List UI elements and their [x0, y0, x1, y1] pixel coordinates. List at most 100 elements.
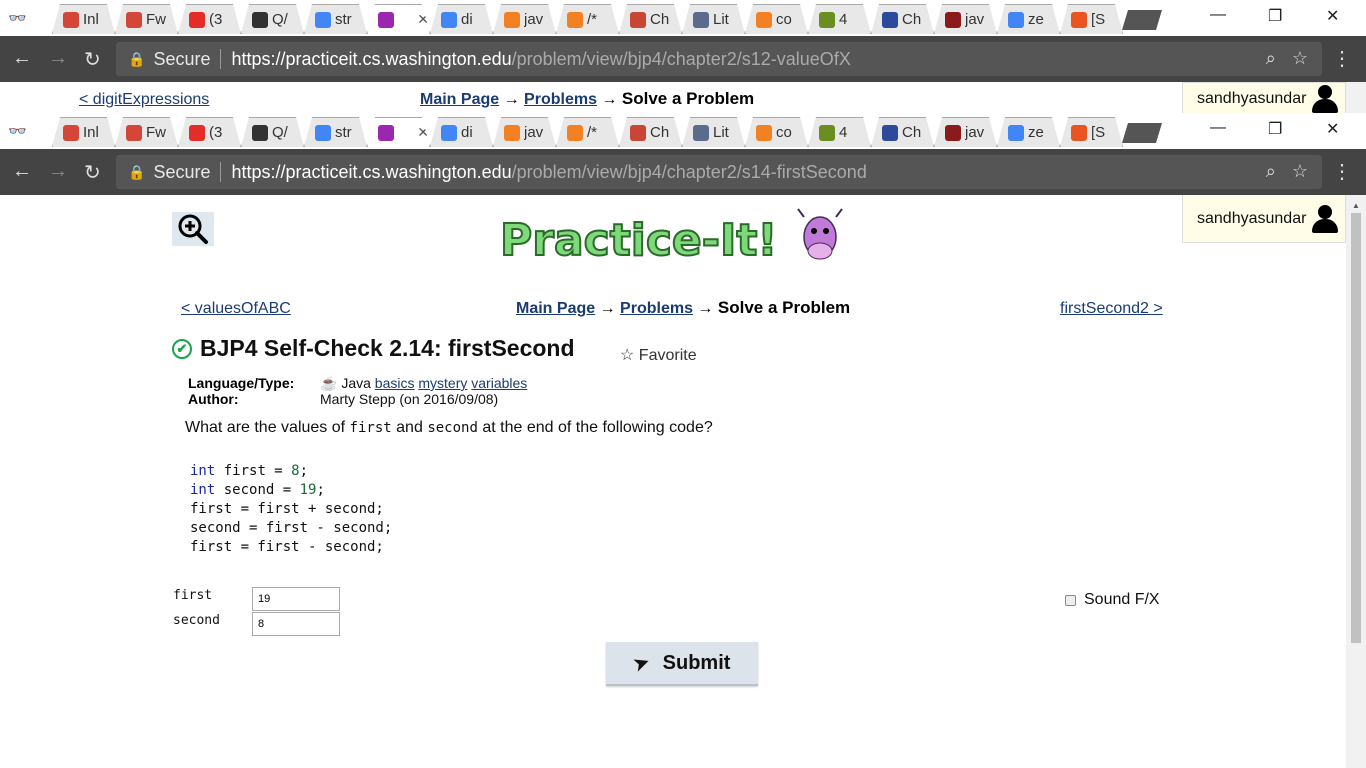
bookmark-star-icon[interactable]: ☆ — [1292, 48, 1308, 69]
new-tab-button[interactable] — [1122, 10, 1162, 30]
browser-tab[interactable]: di — [430, 4, 493, 34]
reload-icon[interactable]: ↻ — [84, 47, 101, 72]
user-icon — [1312, 204, 1339, 233]
second-answer-input[interactable] — [252, 612, 340, 636]
browser-tab[interactable]: str — [304, 4, 367, 34]
prev-problem-link[interactable]: < digitExpressions — [79, 91, 209, 109]
browser-tab[interactable]: (3 — [178, 117, 241, 147]
scroll-thumb[interactable] — [1351, 213, 1361, 643]
sound-toggle[interactable]: Sound F/X — [1065, 591, 1160, 609]
forward-icon[interactable]: → — [48, 160, 68, 183]
browser-tab[interactable]: Inl — [52, 117, 115, 147]
next-problem-link[interactable]: firstSecond2 > — [1060, 300, 1163, 318]
arrow: → — [503, 91, 520, 108]
close-window-icon[interactable]: ✕ — [1326, 119, 1339, 139]
tag-link[interactable]: basics — [375, 375, 415, 391]
browser-tab[interactable]: str — [304, 117, 367, 147]
browser-tab[interactable]: Ch — [871, 4, 934, 34]
tab-label: str — [335, 11, 352, 28]
tab-label: Inl — [83, 11, 99, 28]
reload-icon[interactable]: ↻ — [84, 160, 101, 185]
minimize-icon[interactable]: — — [1210, 119, 1226, 137]
close-tab-icon[interactable]: ✕ — [417, 124, 429, 141]
favorite-label: Favorite — [638, 347, 697, 364]
forward-icon[interactable]: → — [48, 47, 68, 70]
tab-list: Inl Fw (3 Q/str ✕ di jav /* Ch Lit co 4 Ch jav ze [S — [52, 117, 1123, 147]
zoom-icon[interactable]: ⌕ — [1266, 48, 1276, 69]
tag-link[interactable]: mystery — [418, 375, 467, 391]
address-bar[interactable]: 🔒 Secure https://practiceit.cs.washingto… — [116, 155, 1322, 189]
browser-tab[interactable]: [S — [1060, 4, 1123, 34]
first-answer-input[interactable] — [252, 587, 340, 611]
browser-tab[interactable]: ✕ — [367, 117, 430, 147]
tab-label: Fw — [146, 11, 166, 28]
restore-icon[interactable]: ❐ — [1268, 119, 1282, 139]
arrow: → — [599, 300, 616, 317]
favorite-button[interactable]: ☆ Favorite — [620, 345, 697, 365]
browser-tab[interactable]: Ch — [619, 4, 682, 34]
url-domain: https://practiceit.cs.washington.edu — [231, 161, 512, 182]
question-part: and — [396, 419, 423, 436]
scrollbar[interactable] — [1346, 82, 1366, 113]
browser-tab[interactable]: Q/ — [241, 4, 304, 34]
browser-tab[interactable]: Q/ — [241, 117, 304, 147]
tag-link[interactable]: variables — [471, 375, 527, 391]
code-number: 8 — [291, 463, 300, 479]
tab-label: Lit — [713, 11, 729, 28]
url-path: /problem/view/bjp4/chapter2/s14-firstSec… — [511, 161, 867, 182]
submit-button[interactable]: ➤ Submit — [606, 642, 758, 686]
problems-link[interactable]: Problems — [524, 91, 597, 108]
restore-icon[interactable]: ❐ — [1268, 6, 1282, 26]
zoom-in-button[interactable] — [172, 212, 214, 246]
browser-tab[interactable]: jav — [934, 117, 997, 147]
user-badge[interactable]: sandhyasundar — [1182, 82, 1346, 113]
browser-tab[interactable]: Ch — [619, 117, 682, 147]
browser-tab[interactable]: jav — [493, 4, 556, 34]
back-icon[interactable]: ← — [12, 160, 32, 183]
prev-problem-link[interactable]: < valuesOfABC — [181, 300, 291, 318]
browser-tab[interactable]: co — [745, 4, 808, 34]
browser-tab[interactable]: Fw — [115, 4, 178, 34]
browser-tab[interactable]: 4 — [808, 117, 871, 147]
main-page-link[interactable]: Main Page — [516, 300, 595, 317]
main-page-link[interactable]: Main Page — [420, 91, 499, 108]
bookmark-star-icon[interactable]: ☆ — [1292, 161, 1308, 182]
lock-icon: 🔒 — [128, 50, 146, 67]
stackoverflow-icon — [756, 125, 772, 141]
user-badge[interactable]: sandhyasundar — [1182, 195, 1346, 243]
scrollbar[interactable]: ▲ — [1346, 195, 1366, 768]
browser-tab[interactable]: Lit — [682, 117, 745, 147]
browser-tab[interactable]: /* — [556, 117, 619, 147]
browser-tab[interactable]: co — [745, 117, 808, 147]
browser-tab[interactable]: 4 — [808, 4, 871, 34]
new-tab-button[interactable] — [1122, 123, 1162, 143]
browser-tab[interactable]: ze — [997, 117, 1060, 147]
browser-tab[interactable]: (3 — [178, 4, 241, 34]
browser-tab[interactable]: [S — [1060, 117, 1123, 147]
close-window-icon[interactable]: ✕ — [1326, 6, 1339, 26]
scroll-up-icon[interactable]: ▲ — [1352, 201, 1360, 210]
browser-tab[interactable]: jav — [493, 117, 556, 147]
browser-tab[interactable]: Fw — [115, 117, 178, 147]
browser-tab[interactable]: ✕ — [367, 4, 430, 34]
menu-icon[interactable]: ⋮ — [1332, 159, 1352, 184]
problems-link[interactable]: Problems — [620, 300, 693, 317]
close-tab-icon[interactable]: ✕ — [417, 11, 429, 28]
back-page-content: < digitExpressions Main Page → Problems … — [0, 82, 1366, 113]
sound-checkbox[interactable] — [1065, 594, 1076, 606]
back-icon[interactable]: ← — [12, 47, 32, 70]
menu-icon[interactable]: ⋮ — [1332, 46, 1352, 71]
browser-tab[interactable]: ze — [997, 4, 1060, 34]
browser-tab[interactable]: Lit — [682, 4, 745, 34]
browser-tab[interactable]: jav — [934, 4, 997, 34]
browser-tab[interactable]: /* — [556, 4, 619, 34]
zoom-icon[interactable]: ⌕ — [1266, 161, 1276, 182]
browser-tab[interactable]: Ch — [871, 117, 934, 147]
browser-tab[interactable]: Inl — [52, 4, 115, 34]
address-bar[interactable]: 🔒 Secure https://practiceit.cs.washingto… — [116, 42, 1322, 76]
minimize-icon[interactable]: — — [1210, 6, 1226, 24]
browser-tab[interactable]: di — [430, 117, 493, 147]
language-key: Language/Type: — [188, 375, 295, 391]
ubuntu-icon — [1071, 12, 1087, 28]
back-browser-window: 👓 Inl Fw (3 Q/str ✕ di jav/* Ch Lit co 4 Ch jav ze [S … — [0, 0, 1366, 82]
